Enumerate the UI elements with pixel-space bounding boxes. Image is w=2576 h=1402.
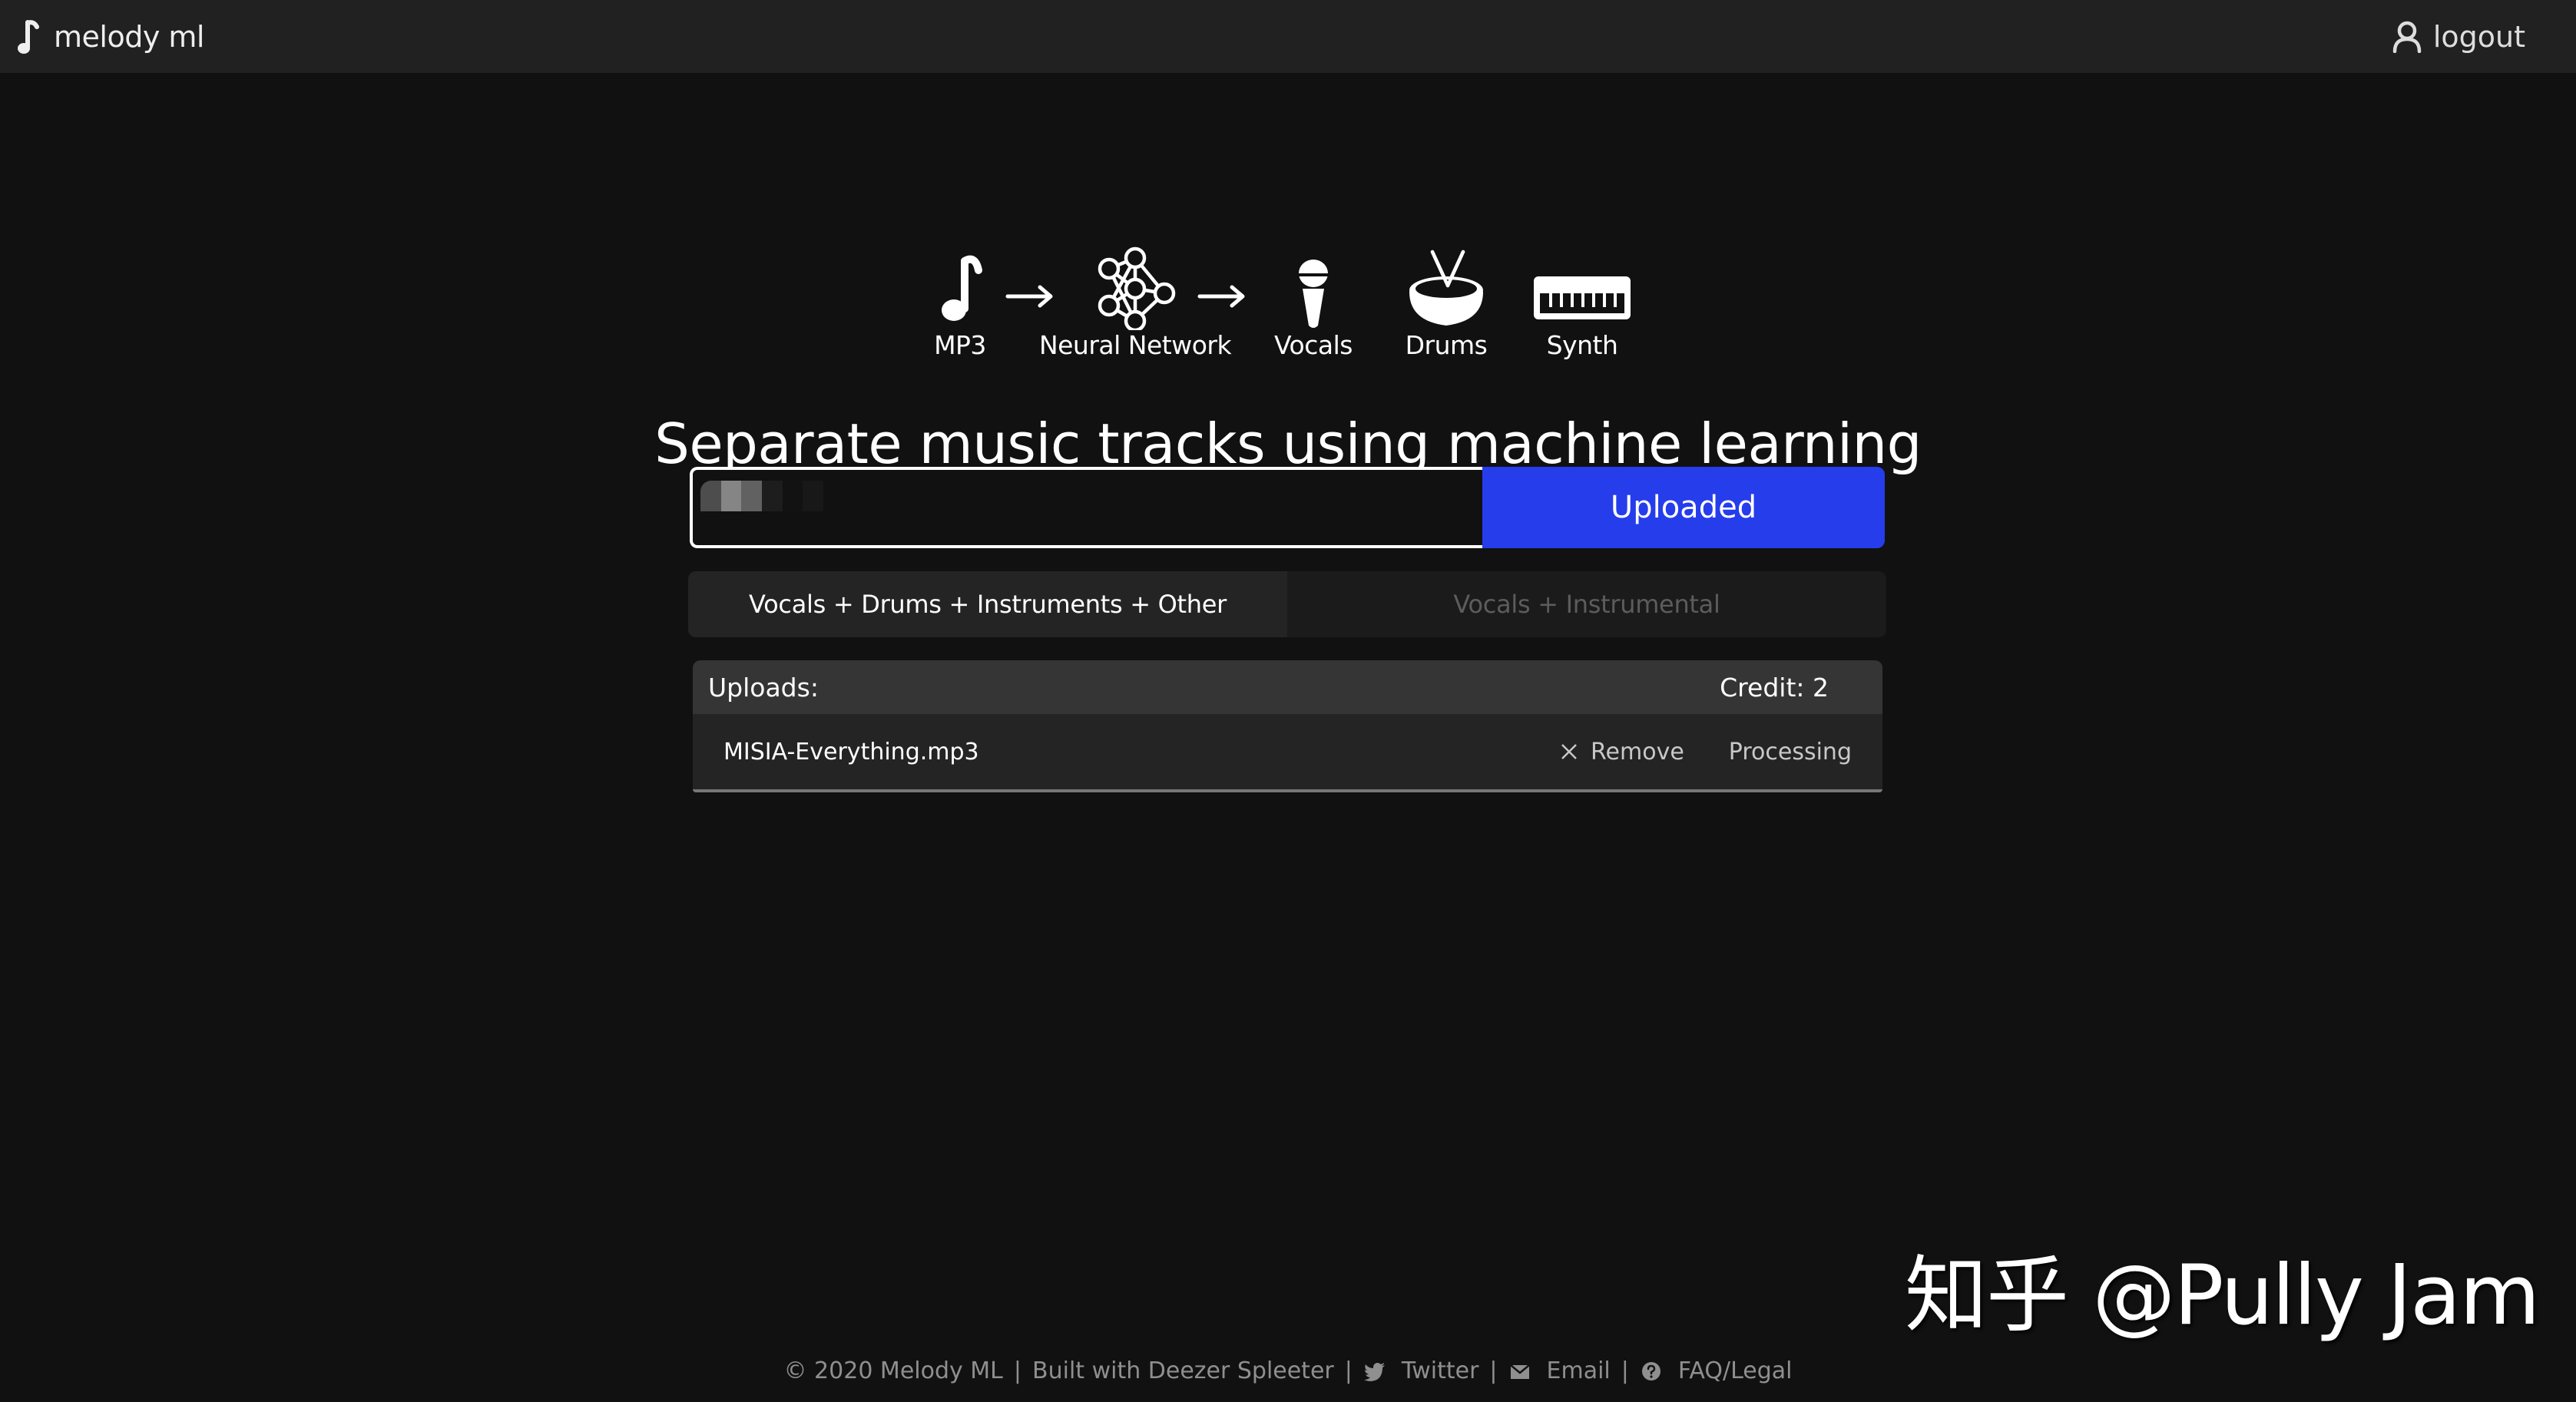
pipeline-illustration: MP3 Neural Network Vocals Drums Synth: [0, 246, 2576, 369]
twitter-icon: [1363, 1362, 1385, 1381]
uploads-panel: Uploads: Credit: 2 MISIA-Everything.mp3 …: [693, 660, 1882, 792]
logout-label: logout: [2432, 20, 2525, 54]
keyboard-icon: [1534, 276, 1631, 319]
email-label: Email: [1546, 1357, 1611, 1384]
footer: © 2020 Melody ML | Built with Deezer Spl…: [0, 1357, 2576, 1384]
upload-file-name: MISIA-Everything.mp3: [723, 738, 979, 765]
upload-row: MISIA-Everything.mp3 Remove Processing: [693, 714, 1882, 789]
brand-link[interactable]: melody ml: [17, 14, 204, 60]
user-icon: [2392, 21, 2422, 53]
remove-label: Remove: [1591, 738, 1684, 765]
pipeline-label: Drums: [1405, 330, 1488, 360]
top-nav: melody ml logout: [0, 0, 2576, 73]
spleeter-link[interactable]: Built with Deezer Spleeter: [1032, 1357, 1334, 1384]
pipeline-step-synth: Synth: [1532, 246, 1632, 360]
remove-button[interactable]: Remove: [1560, 739, 1684, 765]
twitter-label: Twitter: [1401, 1357, 1479, 1384]
pipeline-step-neural-network: Neural Network: [1039, 246, 1232, 360]
upload-form: Uploaded: [690, 467, 1885, 548]
pipeline-label: Neural Network: [1038, 330, 1232, 360]
footer-separator: |: [1621, 1357, 1629, 1384]
arrow-right-icon: [1005, 285, 1053, 308]
uploads-title: Uploads:: [708, 672, 819, 703]
pipeline-step-drums: Drums: [1400, 246, 1492, 360]
pipeline-label: MP3: [934, 330, 986, 360]
watermark: 知乎 @Pully Jam: [1905, 1248, 2541, 1344]
footer-separator: |: [1489, 1357, 1498, 1384]
pipeline-label: Vocals: [1274, 330, 1353, 360]
faq-label: FAQ/Legal: [1677, 1357, 1793, 1384]
email-link[interactable]: Email: [1508, 1357, 1611, 1384]
file-input[interactable]: [690, 467, 1482, 548]
redacted-filename: [700, 481, 824, 519]
footer-separator: |: [1013, 1357, 1022, 1384]
pipeline-step-vocals: Vocals: [1274, 246, 1353, 360]
uploads-header: Uploads: Credit: 2: [693, 660, 1882, 714]
brand-name: melody ml: [54, 20, 204, 54]
separation-mode-tabs: Vocals + Drums + Instruments + Other Voc…: [688, 571, 1886, 637]
credit-count: Credit: 2: [1720, 672, 1829, 703]
music-note-icon: [18, 20, 39, 54]
drum-icon: [1409, 250, 1483, 326]
music-note-icon: [942, 255, 982, 321]
twitter-link[interactable]: Twitter: [1363, 1357, 1479, 1384]
pipeline-label: Synth: [1546, 330, 1618, 360]
copyright: © 2020 Melody ML: [783, 1357, 1003, 1384]
microphone-icon: [1299, 260, 1328, 328]
faq-link[interactable]: FAQ/Legal: [1640, 1357, 1793, 1384]
email-icon: [1509, 1364, 1530, 1379]
tab-two-stems[interactable]: Vocals + Instrumental: [1287, 571, 1886, 637]
upload-button[interactable]: Uploaded: [1482, 467, 1885, 548]
question-icon: [1641, 1361, 1660, 1381]
neural-network-icon: [1098, 246, 1176, 330]
arrow-right-icon: [1197, 285, 1245, 308]
status-text: Processing: [1728, 738, 1852, 765]
close-icon: [1561, 744, 1577, 759]
tab-four-stems[interactable]: Vocals + Drums + Instruments + Other: [688, 571, 1287, 637]
footer-separator: |: [1344, 1357, 1353, 1384]
pipeline-step-mp3: MP3: [922, 246, 998, 360]
logout-link[interactable]: logout: [2392, 14, 2525, 60]
